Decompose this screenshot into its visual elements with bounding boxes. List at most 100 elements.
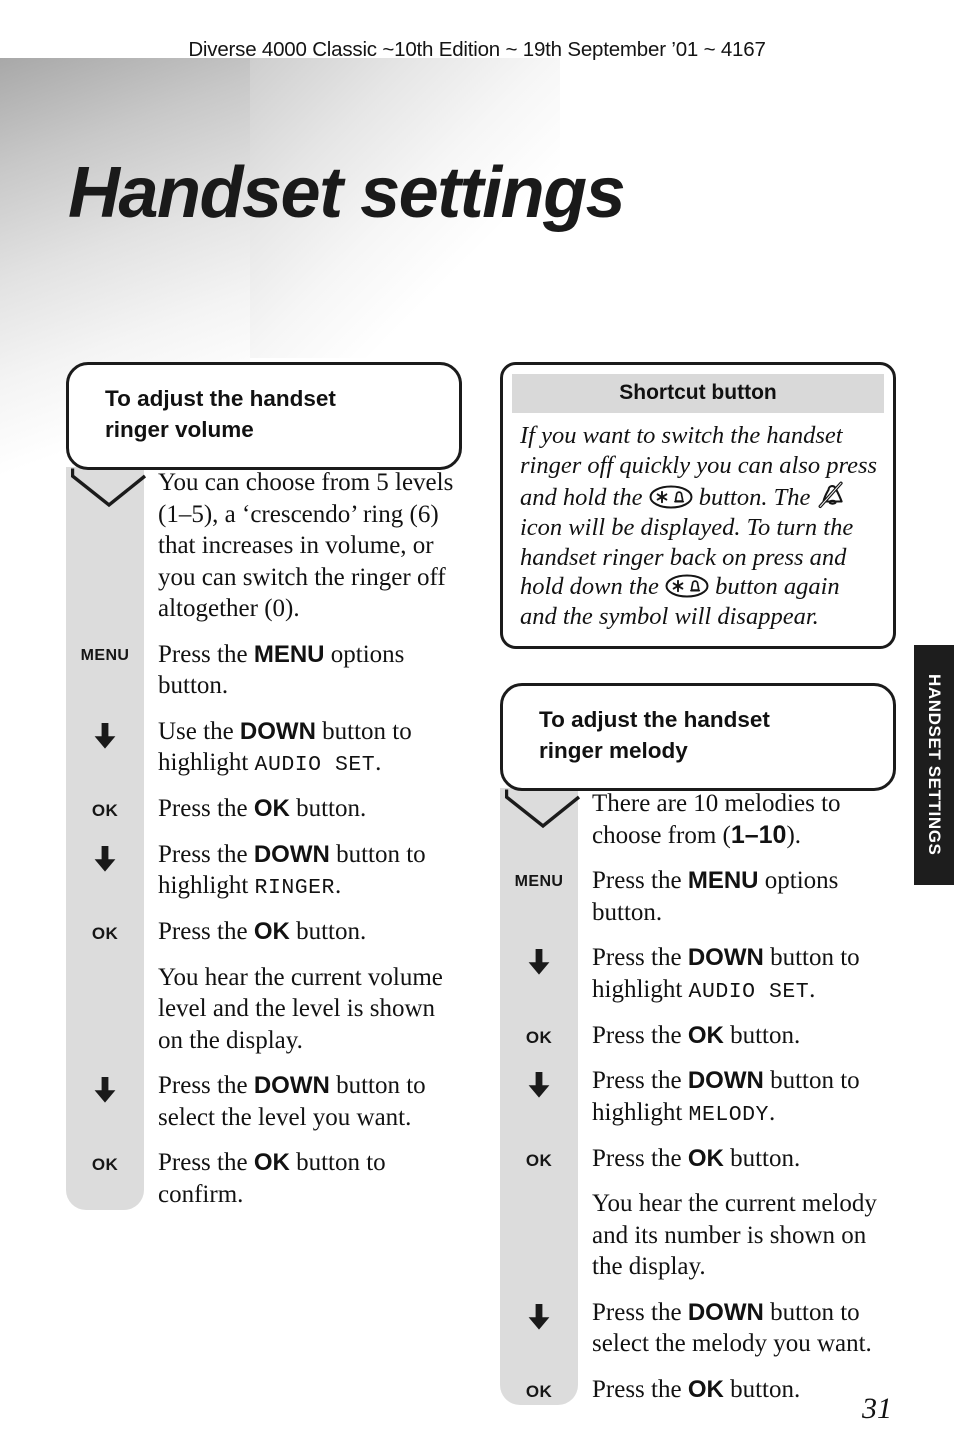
- step-key-gutter: OK: [66, 793, 144, 819]
- instruction-step: You hear the current melody and its numb…: [500, 1188, 896, 1283]
- emphasis-key-name: DOWN: [253, 1072, 330, 1100]
- step-text: .: [375, 749, 382, 777]
- emphasis-key-name: OK: [687, 1021, 724, 1049]
- step-text: Press the: [158, 795, 254, 823]
- step-text: Press the: [158, 640, 254, 668]
- step-body: Press the OK button.: [144, 916, 462, 948]
- step-text: You hear the current melody and its numb…: [592, 1190, 877, 1281]
- key-label-menu: MENU: [80, 646, 130, 664]
- arrow-down-icon: [528, 949, 550, 975]
- step-body: Press the DOWN button to highlight MELOD…: [578, 1065, 896, 1129]
- arrow-down-icon: [94, 1077, 116, 1103]
- instruction-step: Press the DOWN button to select the leve…: [66, 1070, 462, 1133]
- page-title: Handset settings: [68, 153, 626, 233]
- step-key-gutter: OK: [66, 916, 144, 942]
- column-spacer: [500, 649, 896, 683]
- step-text: Press the: [592, 1144, 688, 1172]
- arrow-down-icon: [528, 1303, 550, 1330]
- callout-line-1: To adjust the handset: [539, 707, 770, 733]
- key-label-ok: OK: [91, 924, 119, 944]
- step-key-gutter: [500, 942, 578, 975]
- emphasis-key-name: MENU: [253, 640, 325, 668]
- instruction-step: OK Press the OK button.: [500, 1143, 896, 1175]
- step-text: button.: [723, 1021, 801, 1049]
- step-key-gutter: [66, 839, 144, 872]
- step-key-gutter: OK: [500, 1143, 578, 1169]
- running-head: Diverse 4000 Classic ~10th Edition ~ 19t…: [188, 38, 766, 61]
- instruction-step: MENU Press the MENU options button.: [500, 865, 896, 928]
- lcd-display-text: MELODY: [688, 1102, 769, 1127]
- instruction-step: You hear the current volume level and th…: [66, 962, 462, 1057]
- right-column: Shortcut button If you want to switch th…: [500, 362, 896, 1406]
- emphasis-key-name: OK: [253, 918, 290, 946]
- emphasis-key-name: DOWN: [687, 944, 764, 972]
- step-text: Press the: [592, 1375, 688, 1403]
- step-body: Use the DOWN button to highlight AUDIO S…: [144, 716, 462, 780]
- key-label-ok: OK: [525, 1027, 553, 1047]
- instruction-step: There are 10 melodies to choose from (1–…: [500, 788, 896, 851]
- emphasis-range: 1–10: [730, 820, 787, 849]
- step-body: Press the MENU options button.: [144, 639, 462, 702]
- step-text: Press the: [592, 1021, 688, 1049]
- emphasis-key-name: OK: [687, 1375, 724, 1403]
- key-label-ok: OK: [525, 1381, 553, 1401]
- step-text: Press the: [592, 944, 688, 972]
- step-text: Press the: [158, 840, 254, 868]
- instruction-step: MENU Press the MENU options button.: [66, 639, 462, 702]
- step-key-gutter: OK: [500, 1020, 578, 1046]
- thumb-tab-label: HANDSET SETTINGS: [925, 674, 944, 856]
- step-text: You can choose from 5 levels (1–5), a ‘c…: [158, 469, 454, 623]
- step-body: Press the OK button.: [578, 1374, 896, 1406]
- step-key-gutter: MENU: [500, 865, 578, 890]
- callout-line-1: To adjust the handset: [105, 386, 336, 411]
- step-text: .: [334, 872, 342, 900]
- step-text: Press the: [158, 918, 254, 946]
- step-text: Press the: [158, 1072, 254, 1100]
- arrow-down-icon: [528, 1072, 550, 1098]
- step-body: Press the DOWN button to highlight AUDIO…: [578, 942, 896, 1006]
- instruction-step: Press the DOWN button to select the melo…: [500, 1297, 896, 1360]
- step-text: Press the: [592, 1067, 688, 1095]
- step-text: Use the: [158, 717, 240, 745]
- step-key-gutter: [500, 1297, 578, 1330]
- instruction-step: Press the DOWN button to highlight RINGE…: [66, 839, 462, 903]
- emphasis-key-name: OK: [253, 1149, 290, 1177]
- step-text: Press the: [592, 867, 688, 895]
- instruction-step: OK Press the OK button.: [66, 793, 462, 825]
- step-text: ).: [786, 821, 802, 849]
- step-key-gutter: [66, 962, 144, 967]
- step-text: There are 10 melodies to choose from (: [592, 790, 841, 849]
- instruction-step: Use the DOWN button to highlight AUDIO S…: [66, 716, 462, 780]
- step-key-gutter: OK: [66, 1147, 144, 1173]
- step-text: button.: [289, 918, 367, 946]
- step-body: Press the OK button.: [578, 1020, 896, 1052]
- step-body: You hear the current volume level and th…: [144, 962, 462, 1057]
- step-key-gutter: [500, 1065, 578, 1098]
- step-key-gutter: [66, 1070, 144, 1103]
- left-step-list: You can choose from 5 levels (1–5), a ‘c…: [66, 467, 462, 1211]
- emphasis-key-name: DOWN: [687, 1067, 764, 1095]
- step-key-gutter: OK: [500, 1374, 578, 1400]
- step-text: button.: [289, 795, 367, 823]
- lcd-display-text: RINGER: [254, 876, 335, 901]
- step-body: There are 10 melodies to choose from (1–…: [578, 788, 896, 851]
- emphasis-key-name: DOWN: [687, 1298, 764, 1326]
- step-text: .: [768, 1098, 776, 1126]
- key-label-ok: OK: [525, 1150, 553, 1170]
- step-text: Press the: [592, 1298, 688, 1326]
- instruction-step: OK Press the OK button.: [66, 916, 462, 948]
- step-key-gutter: MENU: [66, 639, 144, 664]
- step-body: Press the OK button.: [578, 1143, 896, 1175]
- emphasis-key-name: OK: [253, 795, 290, 823]
- infobox-body-text: If you want to switch the handset ringer…: [512, 413, 884, 632]
- emphasis-key-name: MENU: [687, 867, 759, 895]
- callout-ringer-volume: To adjust the handset ringer volume: [66, 362, 462, 508]
- step-text: button.: [723, 1375, 801, 1403]
- key-label-ok: OK: [91, 801, 119, 821]
- infobox-heading: Shortcut button: [512, 374, 884, 413]
- emphasis-key-name: DOWN: [239, 717, 316, 745]
- step-body: Press the MENU options button.: [578, 865, 896, 928]
- star-bell-button-icon: [665, 574, 709, 598]
- step-body: You hear the current melody and its numb…: [578, 1188, 896, 1283]
- step-text: Press the: [158, 1149, 254, 1177]
